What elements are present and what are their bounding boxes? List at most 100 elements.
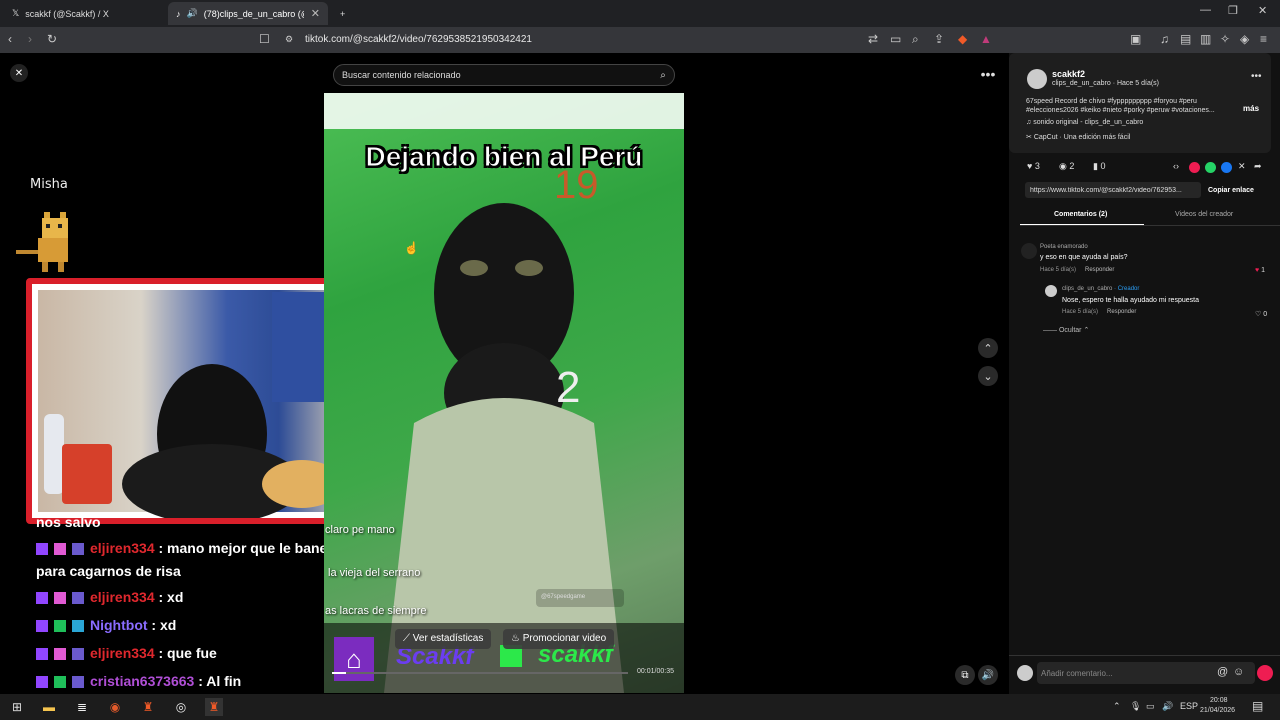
media-icon[interactable]: ♫ <box>1160 32 1169 46</box>
clock-date[interactable]: 21/04/2026 <box>1200 707 1235 714</box>
close-tab-icon[interactable]: ✕ <box>311 7 320 20</box>
pip-icon[interactable]: ⧉ <box>955 665 975 685</box>
language-indicator[interactable]: ESP <box>1180 701 1198 711</box>
avatar[interactable] <box>1045 285 1057 297</box>
site-info-icon[interactable]: ⚙ <box>285 34 293 45</box>
avatar[interactable] <box>1027 69 1047 89</box>
windows-start-icon[interactable]: ⊞ <box>8 698 26 716</box>
back-icon[interactable]: ‹ <box>8 32 12 46</box>
chat-message: : xd <box>158 589 184 605</box>
chat-user: eljiren334 <box>90 589 155 605</box>
copy-link-button[interactable]: Copiar enlace <box>1208 187 1254 194</box>
zoom-icon[interactable]: ⌕ <box>912 32 919 47</box>
x-logo-icon: 𝕏 <box>12 8 20 18</box>
reply-author[interactable]: clips_de_un_cabro · Creador <box>1062 286 1139 292</box>
hide-replies-button[interactable]: —— Ocultar ⌃ <box>1043 326 1089 334</box>
tray-expand-icon[interactable]: ⌃ <box>1113 701 1121 712</box>
emoji-icon[interactable]: ☺ <box>1233 666 1244 678</box>
close-window-icon[interactable]: ✕ <box>1258 4 1267 17</box>
next-video-icon[interactable]: ⌄ <box>978 366 998 386</box>
volume-tray-icon[interactable]: 🔊 <box>1162 701 1173 712</box>
facebook-icon[interactable] <box>1221 162 1232 173</box>
save-button[interactable]: ▮ 0 <box>1093 161 1105 172</box>
comment-like[interactable]: ♥ 1 <box>1255 267 1265 274</box>
rewards-icon[interactable]: ▲ <box>980 32 992 46</box>
caption-line: la vieja del serrano <box>328 567 421 579</box>
tiktok-share-icon[interactable] <box>1189 162 1200 173</box>
comment-count: 2 <box>1069 161 1075 171</box>
panel-icon[interactable]: ▤ <box>1180 32 1191 46</box>
reply-button[interactable]: Responder <box>1107 309 1136 315</box>
tab-creator-videos[interactable]: Videos del creador <box>1175 211 1233 218</box>
vpn-icon[interactable]: ◈ <box>1240 32 1249 46</box>
tab-comments[interactable]: Comentarios (2) <box>1054 211 1107 218</box>
avatar[interactable] <box>1021 243 1037 259</box>
related-search-input[interactable]: Buscar contenido relacionado <box>333 64 675 86</box>
notification-icon[interactable]: ▤ <box>1252 699 1263 713</box>
menu-icon[interactable]: ≡ <box>1260 32 1267 46</box>
reply-text: Nose, espero te halla ayudado mi respues… <box>1062 297 1199 304</box>
more-icon[interactable]: ••• <box>1251 71 1262 82</box>
file-explorer-icon[interactable]: ▬ <box>40 698 58 716</box>
address-bar[interactable]: tiktok.com/@scakkf2/video/76295385219503… <box>305 34 532 45</box>
mic-icon[interactable]: 🎙 <box>1130 701 1141 712</box>
comment-author[interactable]: Poeta enamorado <box>1040 244 1088 250</box>
volume-icon[interactable]: 🔊 <box>978 665 998 685</box>
promote-button[interactable]: ♨ Promocionar video <box>503 629 615 649</box>
tab-tiktok[interactable]: ♪ 🔊 (78)clips_de_un_cabro (@scak ✕ <box>168 2 328 25</box>
translate-icon[interactable]: ⇄ <box>868 32 878 46</box>
heart-icon: ♥ <box>1027 161 1035 171</box>
counter-number: 19 <box>554 163 599 207</box>
pixel-cat-image <box>16 212 68 272</box>
brave-active-icon[interactable]: ♜ <box>205 698 223 716</box>
taskbar: ⊞ ▬ ≣ ◉ ♜ ◎ ♜ ⌃ 🎙 ▭ 🔊 ESP 20:08 21/04/20… <box>0 694 1280 720</box>
heart-icon: ♥ <box>1255 267 1260 274</box>
sound-row[interactable]: ♫ sonido original - clips_de_un_cabro <box>1026 119 1143 126</box>
x-share-icon[interactable]: ✕ <box>1238 161 1246 172</box>
wallet-icon[interactable]: ▥ <box>1200 32 1211 46</box>
comment-button[interactable]: ◉ 2 <box>1059 161 1074 172</box>
whatsapp-icon[interactable] <box>1205 162 1216 173</box>
new-tab-button[interactable]: + <box>332 2 352 25</box>
stats-button[interactable]: ⟋ Ver estadísticas <box>395 629 492 649</box>
clock-time[interactable]: 20:08 <box>1210 697 1228 704</box>
more-link[interactable]: más <box>1243 104 1259 113</box>
chat-message: : xd <box>151 617 177 633</box>
avatar <box>1017 665 1033 681</box>
chat-user: eljiren334 <box>90 645 155 661</box>
previous-video-icon[interactable]: ⌃ <box>978 338 998 358</box>
capcut-row[interactable]: ✂ CapCut · Una edición más fácil <box>1026 133 1130 141</box>
embed-icon[interactable]: ‹› <box>1173 161 1179 171</box>
sidebar-icon[interactable]: ▣ <box>1130 32 1141 46</box>
reply-like[interactable]: ♡ 0 <box>1255 310 1267 318</box>
progress-fill <box>332 672 346 674</box>
search-icon[interactable]: ⌕ <box>652 65 674 85</box>
restore-icon[interactable]: ❐ <box>1228 4 1238 17</box>
author-name[interactable]: scakkf2 <box>1052 69 1085 79</box>
bookmark-icon[interactable]: ☐ <box>259 32 270 46</box>
more-options-icon[interactable]: ••• <box>977 65 999 83</box>
app-icon[interactable]: ≣ <box>73 698 91 716</box>
send-icon[interactable] <box>1257 665 1273 681</box>
reload-icon[interactable]: ↻ <box>47 32 57 46</box>
network-icon[interactable]: ▭ <box>1146 701 1155 712</box>
creator-badge: · Creador <box>1114 286 1140 292</box>
minimize-icon[interactable]: — <box>1200 4 1211 16</box>
speaker-icon: 🔊 <box>186 8 198 18</box>
chrome-icon[interactable]: ◉ <box>106 698 124 716</box>
mention-icon[interactable]: @ <box>1217 666 1228 678</box>
close-icon[interactable]: ✕ <box>10 64 28 82</box>
like-button[interactable]: ♥ 3 <box>1027 161 1040 171</box>
share-arrow-icon[interactable]: ➦ <box>1254 161 1262 172</box>
tab-x[interactable]: 𝕏 scakkf (@Scakkf) / X <box>4 2 164 25</box>
obs-icon[interactable]: ◎ <box>172 698 190 716</box>
share-icon[interactable]: ⇪ <box>934 32 944 46</box>
forward-icon[interactable]: › <box>28 32 32 46</box>
reply-button[interactable]: Responder <box>1085 267 1114 273</box>
brave-icon[interactable]: ♜ <box>139 698 157 716</box>
cast-icon[interactable]: ▭ <box>890 32 901 46</box>
brave-shield-icon[interactable]: ◆ <box>958 32 967 46</box>
ai-icon[interactable]: ✧ <box>1220 32 1230 46</box>
progress-bar[interactable] <box>332 672 628 674</box>
video-player[interactable]: Dejando bien al Perú 19 2 @67speedgame <box>324 93 684 693</box>
